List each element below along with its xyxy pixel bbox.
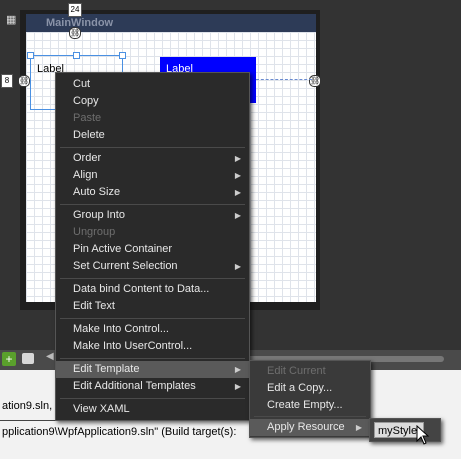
menu-item-copy[interactable]: Copy <box>56 93 249 110</box>
add-icon[interactable]: + <box>2 352 16 366</box>
submenu-arrow-icon: ▶ <box>234 262 241 271</box>
menu-item-label: Group Into <box>73 209 125 221</box>
comment-icon[interactable] <box>22 353 34 364</box>
menu-item-edit-template[interactable]: Edit Template ▶ <box>56 361 249 378</box>
menu-item-data-bind[interactable]: Data bind Content to Data... <box>56 281 249 298</box>
menu-item-label: Apply Resource <box>267 421 345 433</box>
menu-item-make-into-control[interactable]: Make Into Control... <box>56 321 249 338</box>
menu-item-apply-resource[interactable]: Apply Resource ▶ <box>250 419 370 436</box>
menu-item-order[interactable]: Order ▶ <box>56 150 249 167</box>
menu-item-label: Order <box>73 152 102 164</box>
context-menu: Cut Copy Paste Delete Order ▶ Align ▶ Auto… <box>55 72 250 421</box>
menu-item-ungroup: Ungroup <box>73 226 116 238</box>
menu-item-auto-size[interactable]: Auto Size ▶ <box>56 184 249 201</box>
resize-handle[interactable] <box>119 52 126 59</box>
left-margin-value: 8 <box>1 74 13 88</box>
mouse-cursor-icon <box>416 425 430 445</box>
top-margin-value: 24 <box>68 3 82 17</box>
edit-template-submenu: Edit Current Edit a Copy... Create Empty… <box>249 360 371 438</box>
menu-separator <box>60 318 245 319</box>
output-line: pplication9\WpfApplication9.sln" (Build … <box>2 426 237 438</box>
pin-left-icon[interactable]: ⛓ <box>18 75 30 87</box>
menu-item-create-empty[interactable]: Create Empty... <box>250 397 370 414</box>
submenu-arrow-icon: ▶ <box>234 365 241 374</box>
menu-item-align[interactable]: Align ▶ <box>56 167 249 184</box>
output-line: ation9.sln, T <box>2 400 62 412</box>
grid-toggle-icon[interactable]: ▦ <box>6 14 18 26</box>
menu-item-set-current-selection[interactable]: Set Current Selection ▶ <box>56 258 249 275</box>
menu-item-make-into-usercontrol[interactable]: Make Into UserControl... <box>56 338 249 355</box>
menu-item-pin-active-container[interactable]: Pin Active Container <box>56 241 249 258</box>
menu-item-label: Edit Template <box>73 363 140 375</box>
menu-separator <box>254 416 366 417</box>
menu-separator <box>60 398 245 399</box>
pin-top-icon[interactable]: ⛓ <box>69 27 81 39</box>
menu-separator <box>60 147 245 148</box>
menu-item-edit-text[interactable]: Edit Text <box>56 298 249 315</box>
menu-item-edit-a-copy[interactable]: Edit a Copy... <box>250 380 370 397</box>
menu-item-label: Align <box>73 169 98 181</box>
menu-item-group-into[interactable]: Group Into ▶ <box>56 207 249 224</box>
menu-item-cut[interactable]: Cut <box>56 76 249 93</box>
alignment-guide <box>256 79 312 80</box>
submenu-arrow-icon: ▶ <box>234 154 241 163</box>
pin-right-icon[interactable]: ⛓ <box>309 75 321 87</box>
menu-item-label: Edit Additional Templates <box>73 380 196 392</box>
menu-item-edit-additional-templates[interactable]: Edit Additional Templates ▶ <box>56 378 249 395</box>
menu-item-delete[interactable]: Delete <box>56 127 249 144</box>
menu-separator <box>60 278 245 279</box>
resize-handle[interactable] <box>27 52 34 59</box>
menu-item-label: Auto Size <box>73 186 121 198</box>
resize-handle[interactable] <box>73 52 80 59</box>
submenu-arrow-icon: ▶ <box>234 211 241 220</box>
menu-item-view-xaml[interactable]: View XAML <box>56 401 249 418</box>
menu-item-label: Set Current Selection <box>73 260 178 272</box>
apply-resource-submenu: myStyle <box>369 418 441 442</box>
submenu-arrow-icon: ▶ <box>234 171 241 180</box>
submenu-arrow-icon: ▶ <box>234 382 241 391</box>
submenu-arrow-icon: ▶ <box>234 188 241 197</box>
chevron-left-icon[interactable]: ◀ <box>46 351 54 362</box>
submenu-arrow-icon: ▶ <box>355 423 362 432</box>
menu-item-edit-current: Edit Current <box>267 365 326 377</box>
menu-separator <box>60 204 245 205</box>
menu-item-paste: Paste <box>73 112 102 124</box>
menu-separator <box>60 358 245 359</box>
